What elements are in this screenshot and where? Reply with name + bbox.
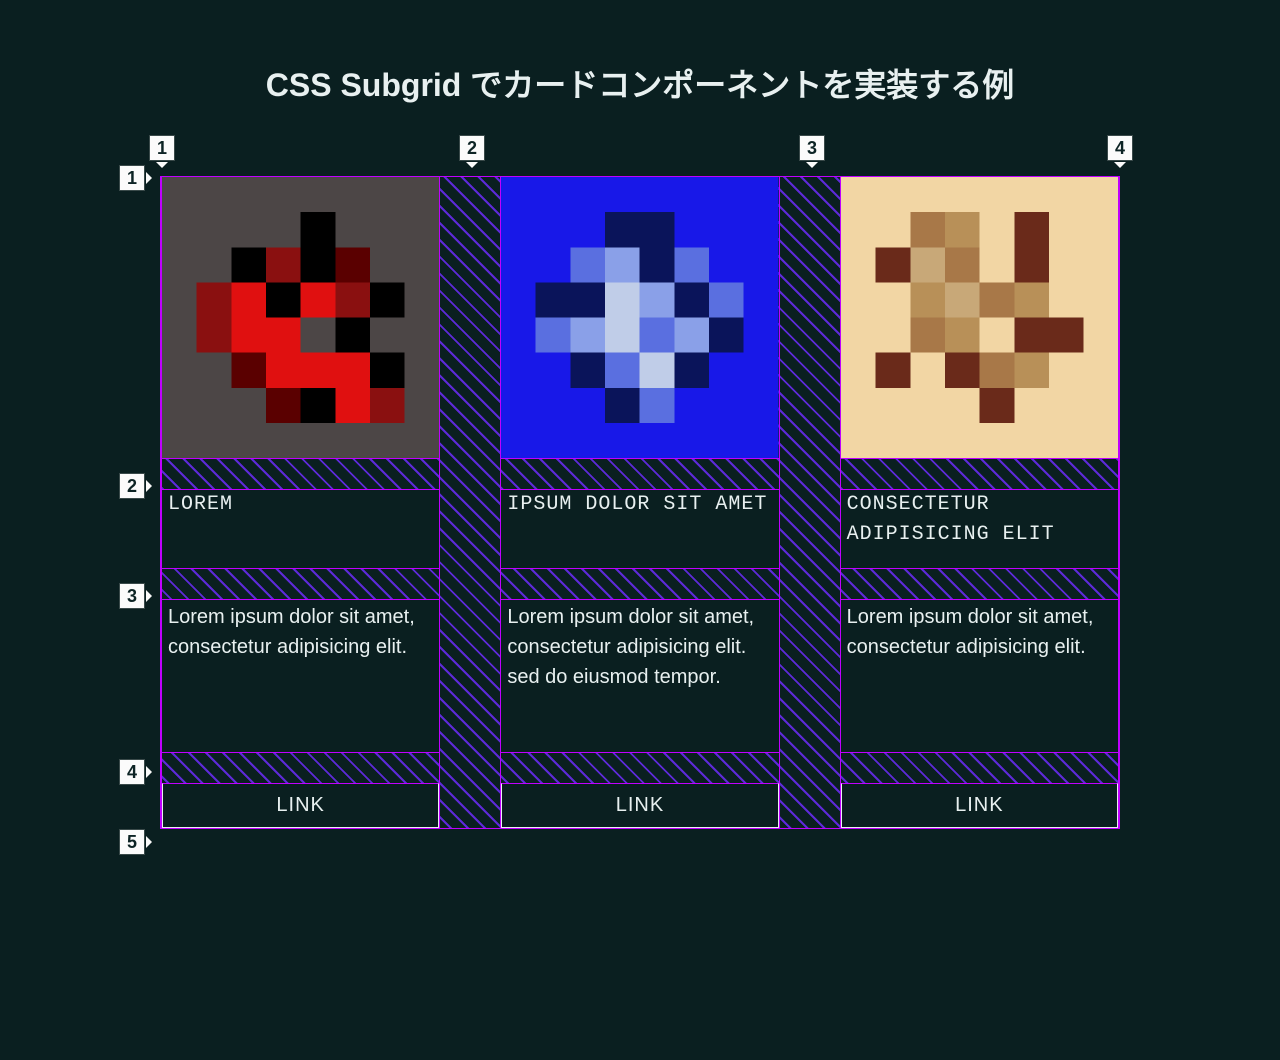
card-3-link[interactable]: LINK	[841, 783, 1118, 828]
col-marker-2: 2	[459, 135, 485, 161]
card-2-link[interactable]: LINK	[501, 783, 778, 828]
col-marker-1: 1	[149, 135, 175, 161]
card-3-title: CONSECTETUR ADIPISICING ELIT	[841, 489, 1118, 569]
row-marker-3: 3	[119, 583, 145, 609]
page-title: CSS Subgrid でカードコンポーネントを実装する例	[0, 60, 1280, 106]
card-3: CONSECTETUR ADIPISICING ELIT Lorem ipsum…	[840, 177, 1119, 828]
card-3-body: Lorem ipsum dolor sit amet, consectetur …	[841, 599, 1118, 753]
col-marker-3: 3	[799, 135, 825, 161]
card-grid: 1 2 3 4 1 2 3 4 5 LOREM Lorem i	[160, 176, 1120, 829]
col-marker-4: 4	[1107, 135, 1133, 161]
card-1: LOREM Lorem ipsum dolor sit amet, consec…	[161, 177, 440, 828]
row-marker-4: 4	[119, 759, 145, 785]
card-2: IPSUM DOLOR SIT AMET Lorem ipsum dolor s…	[500, 177, 779, 828]
card-2-body: Lorem ipsum dolor sit amet, consectetur …	[501, 599, 778, 753]
card-3-image	[841, 177, 1118, 459]
card-2-title: IPSUM DOLOR SIT AMET	[501, 489, 778, 569]
card-1-title: LOREM	[162, 489, 439, 569]
row-marker-1: 1	[119, 165, 145, 191]
card-1-body: Lorem ipsum dolor sit amet, consectetur …	[162, 599, 439, 753]
card-1-image	[162, 177, 439, 459]
card-1-link[interactable]: LINK	[162, 783, 439, 828]
row-marker-5: 5	[119, 829, 145, 855]
row-marker-2: 2	[119, 473, 145, 499]
subgrid-demo: 1 2 3 4 1 2 3 4 5 LOREM Lorem i	[160, 176, 1120, 829]
card-2-image	[501, 177, 778, 459]
